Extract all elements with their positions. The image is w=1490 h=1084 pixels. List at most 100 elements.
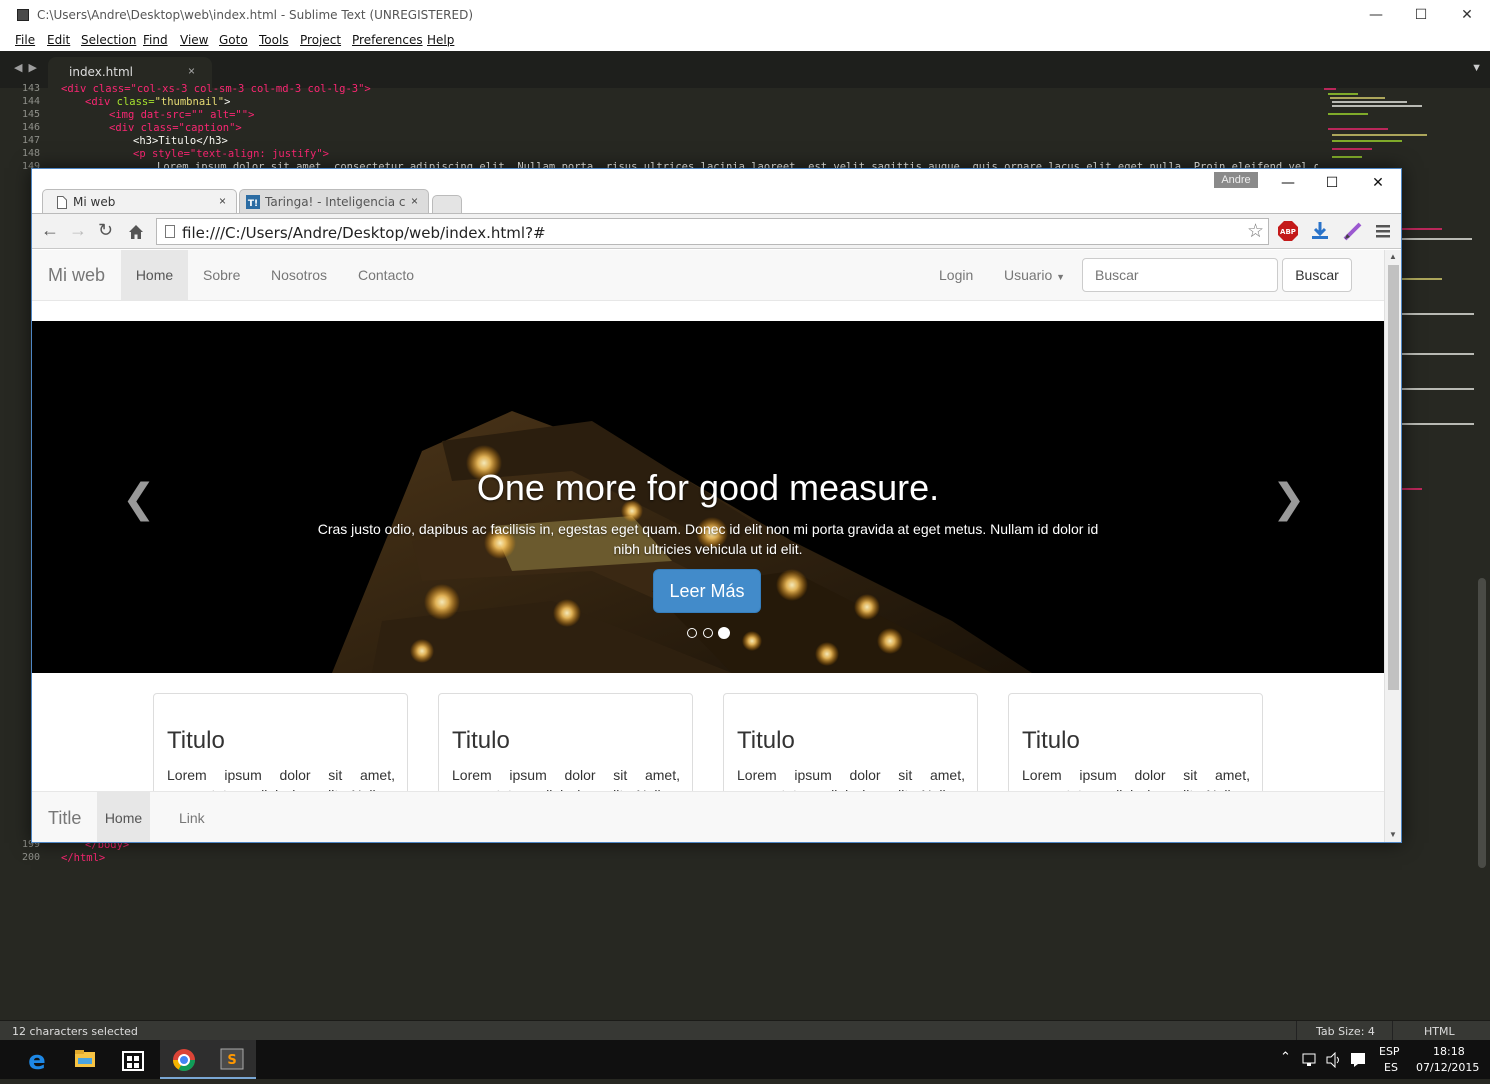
- chrome-tab-mi-web[interactable]: Mi web ×: [42, 189, 237, 213]
- close-button[interactable]: ✕: [1447, 4, 1487, 26]
- download-extension-icon[interactable]: [1311, 221, 1329, 241]
- code-line: </html>: [61, 852, 106, 864]
- sublime-taskbar-icon[interactable]: S: [208, 1040, 256, 1079]
- tab-nav-arrows-icon[interactable]: ◀▶: [14, 61, 43, 74]
- taringa-favicon-icon: T!: [246, 195, 260, 209]
- carousel-heading: One more for good measure.: [476, 467, 940, 508]
- code-line: <img dat-src="" alt="">: [109, 109, 255, 121]
- clock-time[interactable]: 18:18: [1433, 1045, 1465, 1058]
- caret-down-icon: ▼: [1056, 272, 1066, 282]
- nav-home[interactable]: Home: [121, 250, 188, 300]
- clock-date[interactable]: 07/12/2015: [1416, 1061, 1479, 1074]
- minimize-button[interactable]: —: [1356, 4, 1396, 26]
- lang-top[interactable]: ESP: [1379, 1045, 1400, 1058]
- bookmark-star-icon[interactable]: ☆: [1247, 220, 1264, 243]
- profile-badge[interactable]: Andre: [1214, 172, 1258, 188]
- bottom-nav-home[interactable]: Home: [97, 792, 150, 842]
- tab-close-icon[interactable]: ×: [188, 64, 195, 78]
- back-icon[interactable]: ←: [41, 220, 59, 241]
- notifications-icon[interactable]: [1350, 1052, 1366, 1068]
- chrome-toolbar: ← → ↻ file:///C:/Users/Andre/Desktop/web…: [32, 213, 1401, 249]
- status-tab-size[interactable]: Tab Size: 4: [1316, 1025, 1375, 1038]
- home-icon[interactable]: [128, 224, 144, 240]
- reload-icon[interactable]: ↻: [98, 220, 113, 241]
- chrome-tab-taringa[interactable]: T! Taringa! - Inteligencia cole ×: [239, 189, 429, 213]
- code-token-string: "thumbnail": [154, 96, 225, 108]
- carousel-indicator-2[interactable]: [703, 628, 713, 638]
- network-icon[interactable]: [1302, 1052, 1318, 1068]
- file-explorer-icon[interactable]: [61, 1040, 109, 1079]
- chrome-minimize-button[interactable]: —: [1268, 172, 1308, 194]
- menu-project[interactable]: Project: [300, 33, 341, 47]
- bottom-navbar-brand[interactable]: Title: [48, 792, 81, 842]
- nav-sobre[interactable]: Sobre: [203, 250, 240, 300]
- chrome-menu-icon[interactable]: [1376, 223, 1392, 239]
- scroll-up-icon[interactable]: ▲: [1389, 252, 1397, 261]
- scrollbar-thumb[interactable]: [1388, 265, 1399, 690]
- top-navbar: Mi web Home Sobre Nosotros Contacto Logi…: [32, 250, 1384, 301]
- forward-icon[interactable]: →: [69, 220, 87, 241]
- code-line: <h3>Titulo</h3>: [133, 135, 228, 147]
- line-number: 147: [21, 135, 40, 146]
- adblock-extension-icon[interactable]: ABP: [1278, 221, 1298, 241]
- menu-view[interactable]: View: [180, 33, 208, 47]
- carousel-indicator-1[interactable]: [687, 628, 697, 638]
- carousel-text: Cras justo odio, dapibus ac facilisis in…: [317, 521, 1099, 557]
- leer-mas-button[interactable]: Leer Más: [653, 569, 761, 613]
- page-scrollbar[interactable]: ▲ ▼: [1384, 250, 1401, 842]
- new-tab-button[interactable]: [432, 195, 462, 213]
- menu-help[interactable]: Help: [427, 33, 454, 47]
- nav-contacto[interactable]: Contacto: [358, 250, 414, 300]
- menu-preferences[interactable]: Preferences: [352, 33, 423, 47]
- web-page: Mi web Home Sobre Nosotros Contacto Logi…: [32, 250, 1384, 842]
- usuario-label: Usuario: [1004, 267, 1053, 283]
- sublime-window-title: C:\Users\Andre\Desktop\web\index.html - …: [37, 8, 474, 22]
- edge-icon[interactable]: e: [13, 1040, 61, 1079]
- sublime-titlebar: C:\Users\Andre\Desktop\web\index.html - …: [0, 0, 1490, 31]
- chrome-window: Andre — ☐ ✕ Mi web × T! Taringa! - Intel…: [31, 168, 1402, 843]
- menu-edit[interactable]: Edit: [47, 33, 70, 47]
- chrome-maximize-button[interactable]: ☐: [1312, 172, 1352, 194]
- taskbar: e S ⌃ ESP ES 18:18 07/12/2015: [0, 1040, 1490, 1079]
- chrome-tabstrip: Andre — ☐ ✕ Mi web × T! Taringa! - Intel…: [32, 169, 1401, 213]
- pen-extension-icon[interactable]: [1343, 221, 1363, 241]
- line-number: 148: [21, 148, 40, 159]
- url-text[interactable]: file:///C:/Users/Andre/Desktop/web/index…: [182, 224, 546, 242]
- search-input[interactable]: [1082, 258, 1278, 292]
- menu-tools[interactable]: Tools: [259, 33, 289, 47]
- tab-dropdown-icon[interactable]: ▼: [1471, 62, 1482, 74]
- navbar-brand[interactable]: Mi web: [48, 250, 105, 300]
- search-button[interactable]: Buscar: [1282, 258, 1352, 292]
- thumbnail-title: Titulo: [737, 727, 795, 754]
- address-bar[interactable]: file:///C:/Users/Andre/Desktop/web/index…: [156, 218, 1269, 245]
- maximize-button[interactable]: ☐: [1401, 4, 1441, 26]
- carousel-prev-icon[interactable]: ❮: [122, 476, 156, 522]
- carousel-next-icon[interactable]: ❯: [1272, 476, 1306, 522]
- editor-scrollbar[interactable]: [1478, 578, 1486, 868]
- nav-usuario-dropdown[interactable]: Usuario ▼: [1004, 250, 1065, 300]
- code-line: <div class="caption">: [109, 122, 242, 134]
- tab-close-icon[interactable]: ×: [411, 194, 418, 208]
- chrome-taskbar-icon[interactable]: [160, 1040, 208, 1079]
- menu-selection[interactable]: Selection: [81, 33, 136, 47]
- volume-icon[interactable]: [1326, 1052, 1344, 1068]
- lang-bottom[interactable]: ES: [1384, 1061, 1398, 1074]
- nav-nosotros[interactable]: Nosotros: [271, 250, 327, 300]
- tab-close-icon[interactable]: ×: [219, 194, 226, 208]
- nav-login[interactable]: Login: [939, 250, 973, 300]
- thumbnail-title: Titulo: [1022, 727, 1080, 754]
- carousel: ❮ ❯ One more for good measure. Cras just…: [32, 321, 1384, 673]
- carousel-indicator-3[interactable]: [718, 627, 730, 639]
- menu-find[interactable]: Find: [143, 33, 168, 47]
- line-number: 200: [21, 852, 40, 863]
- store-icon[interactable]: [109, 1040, 157, 1079]
- status-syntax[interactable]: HTML: [1424, 1025, 1455, 1038]
- scroll-down-icon[interactable]: ▼: [1389, 830, 1397, 839]
- bottom-nav-link[interactable]: Link: [179, 792, 205, 842]
- chrome-close-button[interactable]: ✕: [1358, 172, 1398, 194]
- page-info-icon[interactable]: [165, 225, 175, 238]
- menu-file[interactable]: File: [15, 33, 35, 47]
- tray-chevron-icon[interactable]: ⌃: [1280, 1050, 1291, 1065]
- svg-text:e: e: [28, 1046, 46, 1076]
- menu-goto[interactable]: Goto: [219, 33, 248, 47]
